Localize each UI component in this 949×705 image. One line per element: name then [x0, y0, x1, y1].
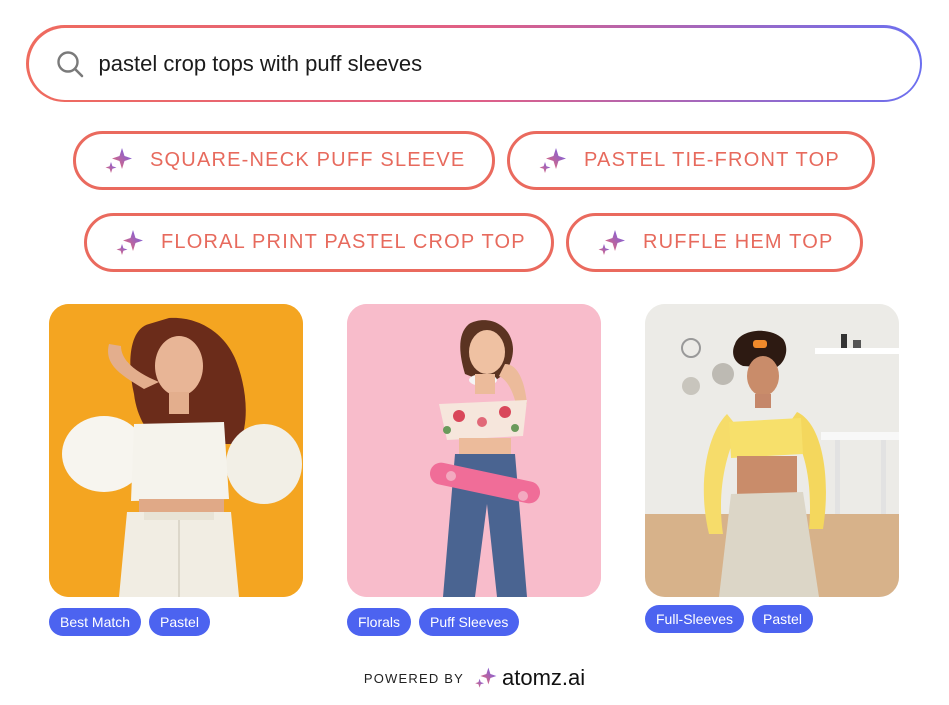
- powered-by-label: POWERED BY: [363, 670, 464, 686]
- atomz-sparkle-icon: [475, 667, 497, 688]
- tag-pastel[interactable]: Pastel: [752, 605, 813, 633]
- tag-best-match[interactable]: Best Match: [49, 608, 142, 636]
- sparkle-icon: [116, 229, 143, 255]
- search-bar: [26, 25, 922, 102]
- suggestion-label: SQUARE-NECK PUFF SLEEVE: [150, 149, 466, 171]
- tag-full-sleeves[interactable]: Full-Sleeves: [645, 605, 745, 633]
- search-input[interactable]: [98, 50, 799, 77]
- product-card-1[interactable]: [49, 304, 303, 597]
- suggestion-chip-square-neck-puff-sleeve[interactable]: SQUARE-NECK PUFF SLEEVE: [73, 131, 495, 190]
- footer: POWERED BY atomz.ai: [0, 665, 949, 691]
- tag-pastel[interactable]: Pastel: [149, 608, 210, 636]
- search-widget: SQUARE-NECK PUFF SLEEVE PASTEL TIE-FRONT…: [0, 0, 949, 705]
- suggestion-label: PASTEL TIE-FRONT TOP: [584, 149, 840, 171]
- sparkle-icon: [105, 147, 132, 173]
- product-tags-2: Florals Puff Sleeves: [347, 608, 520, 636]
- brand-logo[interactable]: atomz.ai: [474, 665, 585, 691]
- search-icon[interactable]: [55, 49, 85, 79]
- product-card-2[interactable]: [347, 304, 601, 597]
- suggestion-label: FLORAL PRINT PASTEL CROP TOP: [161, 231, 526, 253]
- search-bar-inner: [28, 27, 920, 100]
- product-image-floral-off-shoulder-top[interactable]: [347, 304, 601, 597]
- suggestion-label: RUFFLE HEM TOP: [643, 231, 834, 253]
- product-tags-3: Full-Sleeves Pastel: [645, 605, 813, 633]
- suggestion-chip-floral-print-pastel-crop-top[interactable]: FLORAL PRINT PASTEL CROP TOP: [84, 213, 554, 272]
- tag-florals[interactable]: Florals: [347, 608, 412, 636]
- product-image-yellow-long-sleeve-crop-top[interactable]: [645, 304, 899, 597]
- product-image-white-puff-sleeve-top[interactable]: [49, 304, 303, 597]
- sparkle-icon: [598, 229, 625, 255]
- sparkle-icon: [539, 147, 566, 173]
- product-card-3[interactable]: [645, 304, 899, 597]
- brand-name: atomz.ai: [501, 665, 586, 690]
- tag-puff-sleeves[interactable]: Puff Sleeves: [419, 608, 520, 636]
- suggestion-chip-ruffle-hem-top[interactable]: RUFFLE HEM TOP: [566, 213, 863, 272]
- product-tags-1: Best Match Pastel: [49, 608, 210, 636]
- suggestion-chip-pastel-tie-front-top[interactable]: PASTEL TIE-FRONT TOP: [507, 131, 875, 190]
